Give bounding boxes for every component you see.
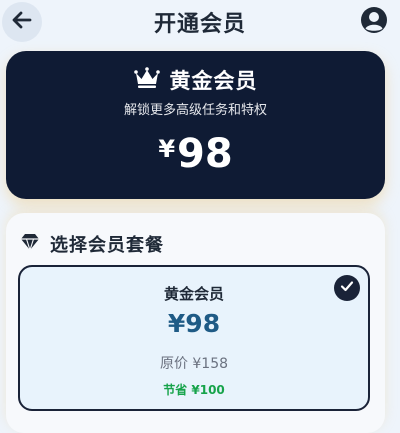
hero-title-row: 黄金会员 [6, 65, 385, 95]
plan-original-price: 原价 ¥158 [159, 356, 229, 372]
hero-amount: 98 [177, 131, 233, 177]
plan-price: ¥98 [167, 309, 221, 338]
membership-hero-card: 黄金会员 解锁更多高级任务和特权 ¥ 98 [6, 51, 385, 199]
hero-currency: ¥ [158, 135, 176, 163]
user-circle-icon [360, 7, 388, 38]
gem-icon [20, 233, 40, 255]
plan-saving: 节省 ¥100 [163, 383, 225, 397]
header-bar: 开通会员 [0, 0, 400, 46]
plan-selection-section: 选择会员套餐 黄金会员 ¥98 原价 ¥158 节省 ¥100 [6, 213, 385, 433]
plan-name: 黄金会员 [163, 285, 224, 303]
hero-price: ¥ 98 [6, 131, 385, 177]
hero-subtitle: 解锁更多高级任务和特权 [123, 103, 267, 118]
plans-header: 选择会员套餐 [20, 231, 164, 257]
profile-button[interactable] [360, 6, 388, 34]
plans-title: 选择会员套餐 [50, 235, 164, 256]
page-title: 开通会员 [153, 12, 246, 37]
hero-title: 黄金会员 [169, 69, 258, 93]
plan-option-gold[interactable]: 黄金会员 ¥98 原价 ¥158 节省 ¥100 [18, 265, 370, 411]
crown-icon [133, 67, 160, 93]
